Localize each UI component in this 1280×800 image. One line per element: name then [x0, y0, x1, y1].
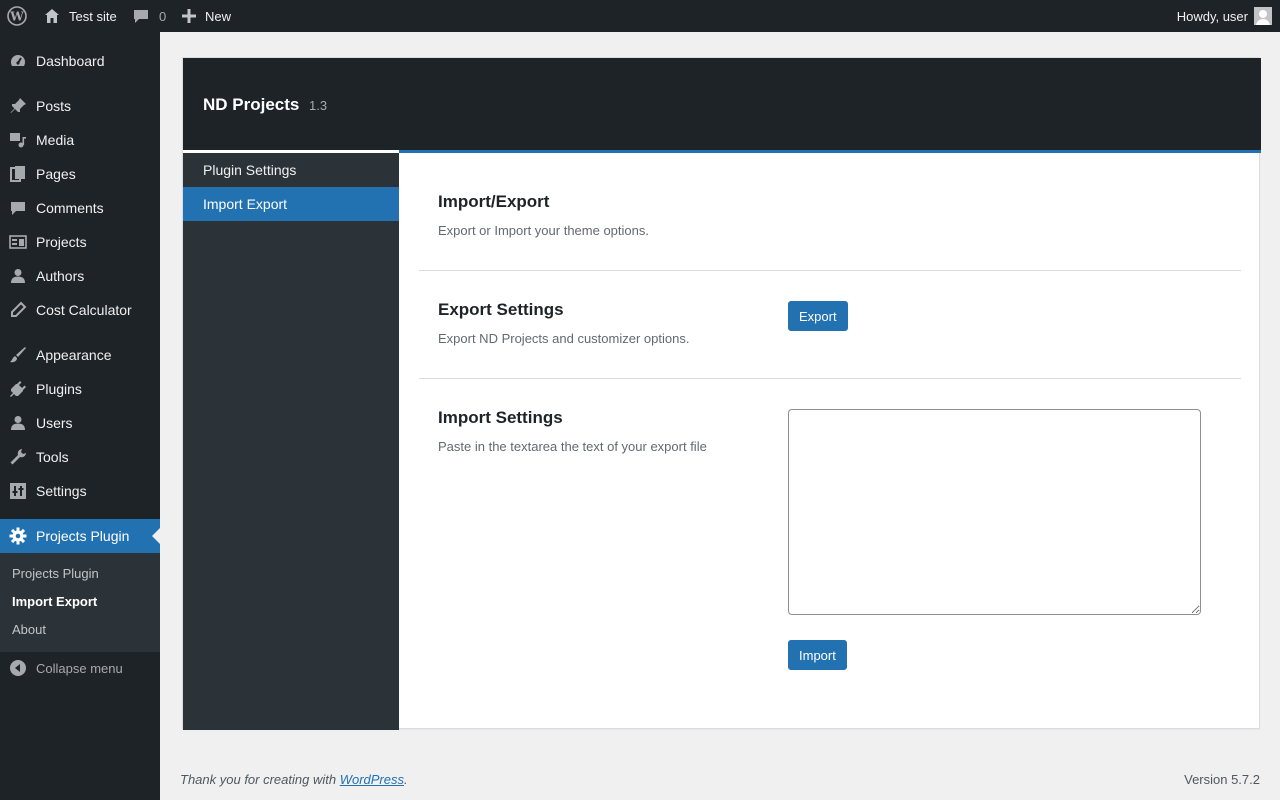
sidebar-item-projects-plugin[interactable]: Projects Plugin [0, 519, 160, 553]
admin-bar: W Test site 0 New Howdy, user [0, 0, 1280, 32]
sidebar-item-label: Projects Plugin [36, 528, 130, 544]
section-desc-import: Paste in the textarea the text of your e… [438, 439, 707, 454]
panel-nav: Plugin Settings Import Export [183, 153, 399, 730]
sidebar-item-label: Cost Calculator [36, 302, 132, 318]
media-icon [0, 131, 36, 149]
sidebar-item-authors[interactable]: Authors [0, 259, 160, 293]
my-account-link[interactable]: Howdy, user [1177, 0, 1272, 32]
sidebar-item-label: Plugins [36, 381, 82, 397]
comment-icon [0, 199, 36, 217]
sidebar-item-projects[interactable]: Projects [0, 225, 160, 259]
sidebar-item-media[interactable]: Media [0, 123, 160, 157]
wordpress-link[interactable]: WordPress [340, 772, 404, 787]
footer-thanks: Thank you for creating with WordPress. [180, 772, 408, 787]
sidebar-item-posts[interactable]: Posts [0, 89, 160, 123]
sidebar-item-label: Posts [36, 98, 72, 114]
divider [419, 270, 1241, 271]
sidebar-item-label: Pages [36, 166, 76, 182]
sidebar-item-label: Settings [36, 483, 87, 499]
comment-icon [133, 8, 149, 24]
projects-icon [0, 233, 36, 251]
comments-link[interactable]: 0 [133, 0, 166, 32]
settings-icon [0, 482, 36, 500]
sidebar-item-settings[interactable]: Settings [0, 474, 160, 508]
collapse-menu-button[interactable]: Collapse menu [0, 651, 160, 685]
comments-count: 0 [159, 8, 167, 24]
sidebar-item-label: Projects [36, 234, 87, 250]
wordpress-logo-icon[interactable]: W [7, 0, 27, 32]
pages-icon [0, 165, 36, 183]
sidebar-item-appearance[interactable]: Appearance [0, 338, 160, 372]
export-button[interactable]: Export [788, 301, 848, 331]
section-title-import: Import Settings [438, 408, 563, 427]
footer-version: Version 5.7.2 [1184, 772, 1260, 787]
submenu-item-import-export[interactable]: Import Export [12, 594, 97, 609]
sidebar-item-label: Dashboard [36, 53, 105, 69]
panel-accent-bar [399, 150, 1261, 153]
panel-version: 1.3 [309, 98, 328, 113]
panel-header: ND Projects 1.3 [183, 58, 1261, 150]
section-title-export: Export Settings [438, 300, 564, 319]
footer-thanks-suffix: . [404, 772, 408, 787]
section-desc-import-export: Export or Import your theme options. [438, 223, 649, 238]
user-icon [0, 267, 36, 285]
new-content-link[interactable]: New [182, 0, 231, 32]
home-icon [43, 7, 61, 25]
site-name: Test site [69, 8, 117, 24]
collapse-label: Collapse menu [36, 660, 123, 676]
dashboard-icon [0, 52, 36, 70]
site-name-link[interactable]: Test site [43, 0, 117, 32]
panel-title: ND Projects [203, 95, 300, 114]
plus-icon [182, 9, 196, 23]
edit-icon [0, 301, 36, 319]
sidebar-item-label: Authors [36, 268, 85, 284]
sidebar-item-tools[interactable]: Tools [0, 440, 160, 474]
howdy-text: Howdy, user [1176, 8, 1248, 24]
submenu-item-projects-plugin[interactable]: Projects Plugin [12, 566, 99, 581]
pin-icon [0, 97, 36, 115]
sidebar-item-plugins[interactable]: Plugins [0, 372, 160, 406]
admin-sidebar: Dashboard Posts Media Pages Comments Pro… [0, 32, 160, 800]
sidebar-item-label: Comments [36, 200, 104, 216]
projects-plugin-submenu: Projects Plugin Import Export About [0, 553, 160, 652]
avatar [1254, 7, 1272, 25]
brush-icon [0, 346, 36, 364]
sidebar-item-cost-calculator[interactable]: Cost Calculator [0, 293, 160, 327]
wrench-icon [0, 448, 36, 466]
new-label: New [205, 8, 232, 24]
sidebar-item-users[interactable]: Users [0, 406, 160, 440]
plugin-panel: ND Projects 1.3 Plugin Settings Import E… [182, 57, 1261, 730]
divider [419, 378, 1241, 379]
gear-icon [0, 527, 36, 545]
footer-thanks-prefix: Thank you for creating with [180, 772, 340, 787]
tab-plugin-settings[interactable]: Plugin Settings [183, 153, 399, 187]
plugin-icon [0, 380, 36, 398]
sidebar-item-label: Appearance [36, 347, 112, 363]
collapse-icon [0, 659, 36, 677]
sidebar-item-dashboard[interactable]: Dashboard [0, 44, 160, 78]
sidebar-item-label: Users [36, 415, 73, 431]
svg-text:W: W [9, 10, 24, 24]
sidebar-item-label: Media [36, 132, 75, 148]
sidebar-item-pages[interactable]: Pages [0, 157, 160, 191]
tab-import-export[interactable]: Import Export [183, 187, 399, 221]
import-textarea[interactable] [788, 409, 1201, 615]
users-icon [0, 414, 36, 432]
sidebar-item-label: Tools [36, 449, 69, 465]
sidebar-item-comments[interactable]: Comments [0, 191, 160, 225]
section-title-import-export: Import/Export [438, 192, 550, 211]
section-desc-export: Export ND Projects and customizer option… [438, 331, 690, 346]
submenu-item-about[interactable]: About [12, 622, 46, 637]
import-button[interactable]: Import [788, 640, 847, 670]
